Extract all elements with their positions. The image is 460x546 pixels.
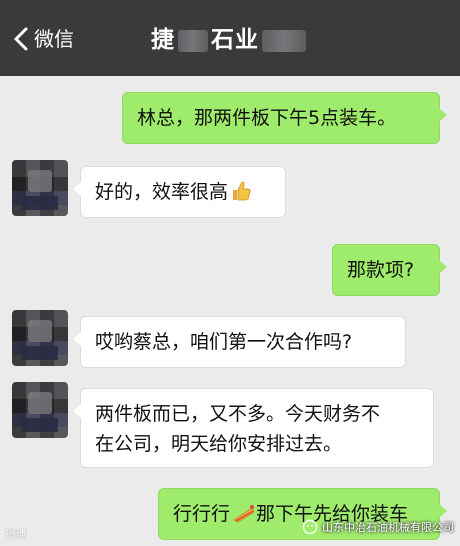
chat-area[interactable]: 林总，那两件板下午5点装车。 好的，效率很高 那款项? 哎哟蔡总，咱们第一次合作… xyxy=(0,76,460,546)
redacted-blur xyxy=(262,29,306,52)
message-text: 好的，效率很高 xyxy=(95,181,229,203)
message-text: 行行行 xyxy=(173,503,231,525)
cake-emoji xyxy=(233,505,255,523)
watermark-right-text: 山东中冶石油机械有限公司 xyxy=(322,521,454,534)
message-bubble-out[interactable]: 那款项? xyxy=(332,244,447,296)
message-text-line: 在公司，明天给你安排过去。 xyxy=(95,433,343,455)
chat-title: 捷 石业 xyxy=(0,24,460,56)
watermark-left-text: 微博 xyxy=(6,530,26,541)
message-text: 哎哟蔡总，咱们第一次合作吗? xyxy=(95,331,353,353)
message-text: 林总，那两件板下午5点装车。 xyxy=(137,107,397,129)
message-bubble-in[interactable]: 两件板而已，又不多。今天财务不 在公司，明天给你安排过去。 xyxy=(73,388,434,468)
chat-title-part2: 石业 xyxy=(211,27,259,53)
chat-title-part1: 捷 xyxy=(151,27,175,53)
avatar[interactable] xyxy=(12,382,68,438)
redacted-blur xyxy=(178,29,208,52)
message-bubble-in[interactable]: 哎哟蔡总，咱们第一次合作吗? xyxy=(73,316,406,368)
watermark-right: 山东中冶石油机械有限公司 xyxy=(302,514,454,540)
watermark-left: 微博 xyxy=(6,526,26,541)
message-bubble-in[interactable]: 好的，效率很高 xyxy=(73,166,286,218)
avatar[interactable] xyxy=(12,160,68,216)
wechat-logo-icon xyxy=(302,519,318,535)
nav-bar: 微信 捷石业 xyxy=(0,0,460,76)
avatar[interactable] xyxy=(12,310,68,366)
message-bubble-out[interactable]: 林总，那两件板下午5点装车。 xyxy=(122,92,447,144)
message-text-line: 两件板而已，又不多。今天财务不 xyxy=(95,403,381,425)
thumbs-up-emoji xyxy=(233,181,251,201)
message-text: 那款项? xyxy=(347,259,415,281)
